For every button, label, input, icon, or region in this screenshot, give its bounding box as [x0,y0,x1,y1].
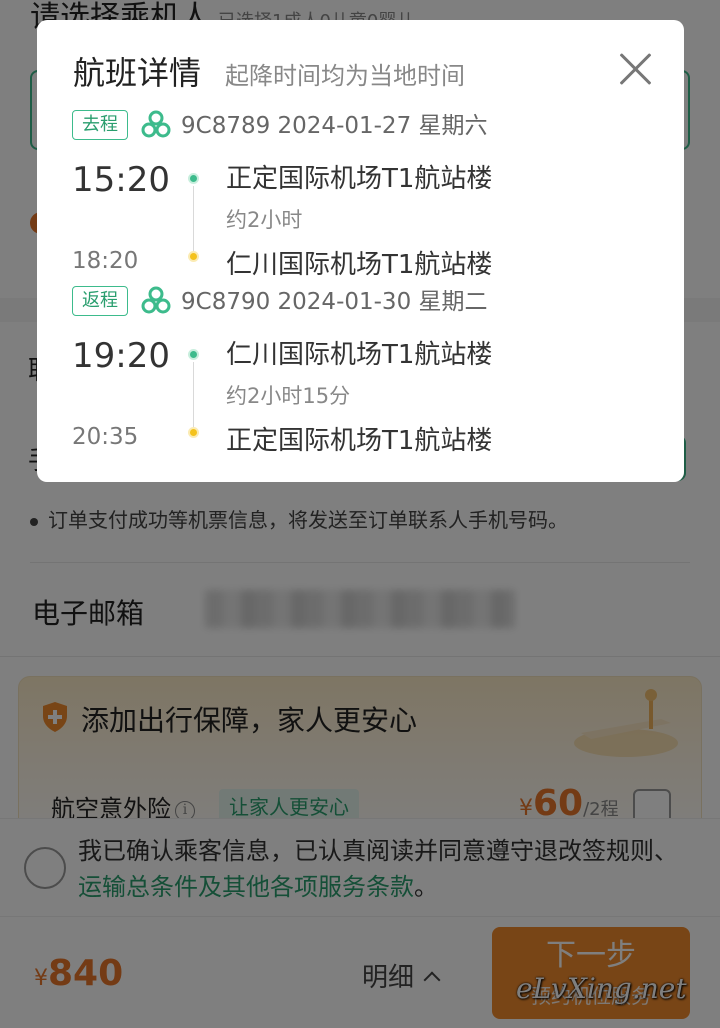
departure-airport: 正定国际机场T1航站楼 [226,164,493,194]
airline-logo-icon [141,286,171,314]
flight-duration: 约2小时 [226,208,303,232]
timeline-line [193,186,194,252]
flight-detail-modal: 航班详情 起降时间均为当地时间 去程 9C8789 2024-01-27 星期六… [37,20,684,482]
arrival-time: 18:20 [72,248,139,274]
arrival-dot-icon [188,427,199,438]
flight-info: 9C8790 2024-01-30 星期二 [181,289,488,315]
departure-time: 19:20 [72,336,170,376]
departure-dot-icon [188,349,199,360]
leg-badge: 去程 [72,110,128,140]
modal-title: 航班详情 [73,54,202,92]
timeline-line [193,362,194,428]
close-icon[interactable] [615,48,655,88]
modal-subtitle: 起降时间均为当地时间 [225,62,465,90]
flight-info: 9C8789 2024-01-27 星期六 [181,113,488,139]
arrival-time: 20:35 [72,424,139,450]
departure-dot-icon [188,173,199,184]
arrival-airport: 仁川国际机场T1航站楼 [226,250,493,280]
departure-airport: 仁川国际机场T1航站楼 [226,340,493,370]
departure-time: 15:20 [72,160,170,200]
flight-duration: 约2小时15分 [226,384,351,408]
airline-logo-icon [141,110,171,138]
arrival-airport: 正定国际机场T1航站楼 [226,426,493,456]
leg-badge: 返程 [72,286,128,316]
arrival-dot-icon [188,251,199,262]
